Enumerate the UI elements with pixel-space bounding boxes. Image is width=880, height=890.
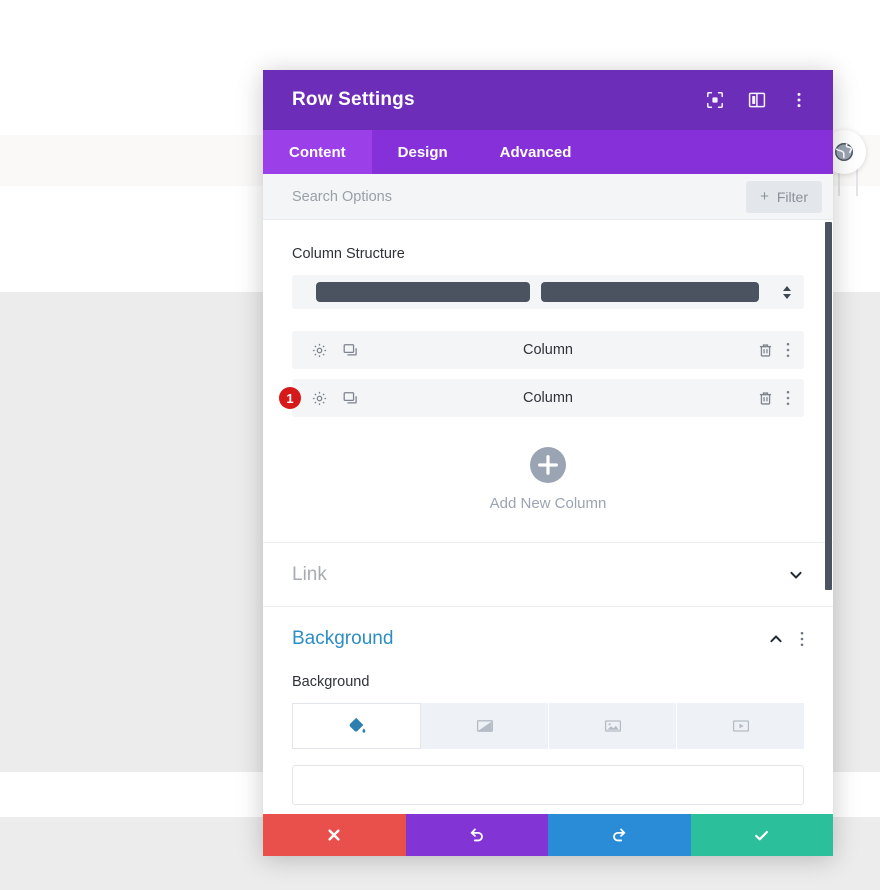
undo-button[interactable] — [405, 814, 548, 856]
video-icon — [732, 720, 749, 732]
image-icon — [604, 720, 621, 732]
focus-target-icon[interactable] — [705, 90, 725, 110]
row-settings-modal: Row Settings Content Design Advanced Sea… — [263, 70, 833, 856]
add-new-column-label: Add New Column — [489, 495, 607, 512]
section-background-controls — [768, 631, 804, 647]
section-link[interactable]: Link — [263, 542, 833, 606]
stepper-up-arrow[interactable] — [783, 285, 791, 291]
filter-button[interactable]: + Filter — [746, 180, 822, 213]
column-name: Column — [523, 342, 573, 358]
background-field-label: Background — [292, 674, 370, 690]
plus-icon: + — [760, 188, 769, 205]
close-x-icon — [328, 829, 340, 841]
section-link-controls — [788, 567, 804, 583]
background-color-field[interactable] — [292, 765, 804, 805]
redo-icon — [612, 828, 626, 841]
column-structure-label: Column Structure — [292, 246, 405, 262]
kebab-menu-icon[interactable] — [786, 390, 790, 406]
section-background[interactable]: Background — [263, 606, 833, 670]
trash-icon[interactable] — [757, 342, 774, 359]
row-right-controls — [757, 390, 790, 407]
redo-button[interactable] — [548, 814, 691, 856]
background-field: Background — [263, 670, 833, 749]
paint-bucket-icon — [349, 718, 365, 733]
stepper-down-arrow[interactable] — [783, 293, 791, 299]
row-right-controls — [757, 342, 790, 359]
column-bar-1 — [316, 282, 530, 302]
page-title: Row Settings — [292, 89, 415, 110]
duplicate-icon[interactable] — [342, 390, 359, 407]
row-left-controls — [311, 390, 359, 407]
search-bar: + Filter — [263, 174, 833, 220]
background-type-color[interactable] — [292, 703, 421, 749]
status-badge: 1 — [279, 387, 301, 409]
gear-icon[interactable] — [311, 390, 328, 407]
table-row[interactable]: 1 Column — [279, 379, 804, 417]
plus-icon[interactable] — [530, 447, 566, 483]
kebab-menu-icon[interactable] — [789, 90, 809, 110]
chevron-up-icon[interactable] — [768, 631, 784, 647]
tab-design[interactable]: Design — [372, 130, 474, 174]
scroll-content: Column Structure Column 1 Column Add New… — [263, 220, 833, 805]
modal-body: Column Structure Column 1 Column Add New… — [263, 220, 833, 814]
section-link-title: Link — [292, 563, 327, 585]
screen: Row Settings Content Design Advanced Sea… — [0, 0, 880, 890]
add-new-column[interactable]: Add New Column — [263, 427, 833, 542]
scrollbar[interactable] — [823, 220, 833, 814]
chevron-down-icon[interactable] — [788, 567, 804, 583]
row-left-controls — [311, 342, 359, 359]
background-type-gradient[interactable] — [421, 703, 549, 749]
background-type-image[interactable] — [549, 703, 677, 749]
undo-icon — [470, 828, 484, 841]
gradient-icon — [476, 720, 493, 732]
column-structure-section: Column Structure — [263, 220, 833, 309]
kebab-menu-icon[interactable] — [786, 342, 790, 358]
background-type-tabs — [292, 703, 804, 749]
checkmark-icon — [755, 830, 769, 840]
kebab-menu-icon[interactable] — [800, 631, 804, 647]
trash-icon[interactable] — [757, 390, 774, 407]
badge-tail-right — [856, 168, 858, 196]
section-background-title: Background — [292, 627, 394, 649]
tab-content[interactable]: Content — [263, 130, 372, 174]
column-list: Column 1 Column — [263, 309, 833, 417]
layout-panel-icon[interactable] — [747, 90, 767, 110]
search-input[interactable] — [292, 188, 747, 205]
column-structure-stepper[interactable] — [778, 285, 796, 299]
column-structure-selector[interactable] — [292, 275, 804, 309]
action-bar — [263, 814, 833, 856]
column-bar-2 — [541, 282, 759, 302]
tab-bar: Content Design Advanced — [263, 130, 833, 174]
save-button[interactable] — [690, 814, 833, 856]
duplicate-icon[interactable] — [342, 342, 359, 359]
background-type-video[interactable] — [677, 703, 804, 749]
tab-advanced[interactable]: Advanced — [474, 130, 598, 174]
filter-button-label: Filter — [776, 188, 808, 205]
gear-icon[interactable] — [311, 342, 328, 359]
modal-header: Row Settings — [263, 70, 833, 130]
header-icon-group — [705, 90, 809, 110]
scrollbar-thumb[interactable] — [825, 222, 832, 590]
table-row[interactable]: Column — [292, 331, 804, 369]
column-name: Column — [523, 390, 573, 406]
cancel-button[interactable] — [263, 814, 406, 856]
